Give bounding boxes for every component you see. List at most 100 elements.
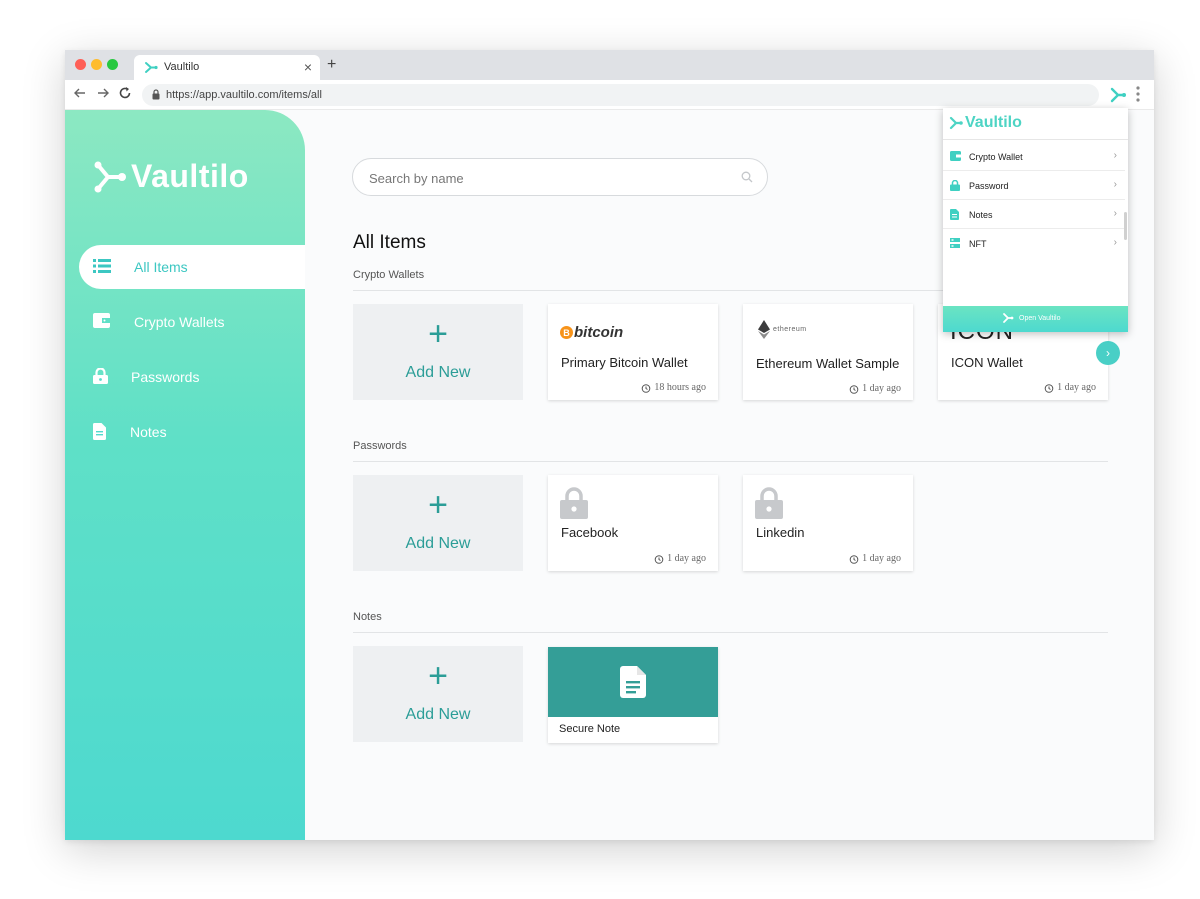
bitcoin-logo: B bitcoin	[560, 324, 623, 341]
sidebar-item-notes[interactable]: Notes	[79, 410, 305, 454]
reload-icon[interactable]	[118, 86, 132, 100]
popup-item-label: Notes	[969, 210, 993, 220]
lock-icon	[560, 487, 588, 519]
browser-window: Vaultilo × + https://app.vaultilo.com/it…	[65, 50, 1154, 840]
popup-brand-name: Vaultilo	[965, 114, 1022, 131]
popup-brand[interactable]: Vaultilo	[949, 114, 1022, 132]
card-timestamp: 1 day ago	[654, 553, 706, 564]
card-time-text: 1 day ago	[1057, 382, 1096, 393]
open-vaultilo-label: Open Vaultilo	[1019, 315, 1061, 322]
maximize-window-button[interactable]	[107, 59, 118, 70]
search-input[interactable]: Search by name	[352, 158, 768, 196]
card-name: Facebook	[561, 525, 619, 540]
page-title: All Items	[353, 232, 426, 253]
add-new-label: Add New	[405, 535, 471, 552]
nft-icon	[950, 238, 960, 248]
card-time-text: 1 day ago	[862, 553, 901, 564]
minimize-window-button[interactable]	[91, 59, 102, 70]
section-label-passwords: Passwords	[353, 440, 407, 452]
popup-item-label: NFT	[969, 239, 987, 249]
popup-item-nft[interactable]: NFT ›	[943, 229, 1125, 258]
document-icon	[620, 666, 646, 698]
forward-arrow-icon[interactable]	[96, 86, 110, 100]
add-new-label: Add New	[405, 364, 471, 381]
bitcoin-wordmark: bitcoin	[574, 324, 624, 341]
lock-icon	[755, 487, 783, 519]
wallet-card-bitcoin[interactable]: B bitcoin Primary Bitcoin Wallet 18 hour…	[548, 304, 718, 400]
url-field[interactable]: https://app.vaultilo.com/items/all	[142, 84, 1099, 106]
browser-tab[interactable]: Vaultilo ×	[134, 55, 320, 80]
sidebar: Vaultilo All Items Crypto Wallets Passwo…	[65, 110, 305, 840]
new-tab-button[interactable]: +	[327, 56, 336, 74]
section-label-crypto: Crypto Wallets	[353, 269, 425, 281]
sidebar-item-all-items[interactable]: All Items	[79, 245, 305, 289]
brand-logo[interactable]: Vaultilo	[93, 158, 249, 195]
vaultilo-logo-icon	[1003, 313, 1014, 323]
sidebar-item-label: All Items	[134, 259, 188, 275]
sidebar-item-passwords[interactable]: Passwords	[79, 355, 305, 399]
popup-item-label: Password	[969, 181, 1009, 191]
lock-icon	[950, 180, 960, 191]
close-window-button[interactable]	[75, 59, 86, 70]
bitcoin-icon: B	[560, 326, 573, 339]
vaultilo-logo-icon	[145, 62, 158, 73]
password-card-linkedin[interactable]: Linkedin 1 day ago	[743, 475, 913, 571]
search-icon[interactable]	[741, 171, 753, 183]
document-icon	[93, 423, 106, 440]
tab-close-icon[interactable]: ×	[304, 59, 312, 75]
alarm-clock-icon	[849, 384, 859, 394]
card-name: Linkedin	[756, 525, 805, 540]
add-password-button[interactable]: + Add New	[353, 475, 523, 571]
sidebar-item-crypto-wallets[interactable]: Crypto Wallets	[79, 300, 305, 344]
chevron-right-icon: ›	[1113, 237, 1117, 248]
card-name: Primary Bitcoin Wallet	[561, 355, 688, 370]
section-divider	[353, 632, 1108, 633]
sidebar-item-label: Passwords	[131, 369, 200, 385]
plus-icon: +	[428, 315, 448, 353]
card-name: Secure Note	[559, 723, 621, 735]
popup-item-notes[interactable]: Notes ›	[943, 200, 1125, 229]
vaultilo-logo-icon	[94, 161, 126, 192]
popup-header: Vaultilo	[943, 108, 1128, 140]
add-new-label: Add New	[405, 706, 471, 723]
popup-item-password[interactable]: Password ›	[943, 171, 1125, 200]
popup-scrollbar[interactable]	[1124, 212, 1127, 240]
chevron-right-icon: ›	[1113, 208, 1117, 219]
add-note-button[interactable]: + Add New	[353, 646, 523, 742]
vaultilo-extension-icon[interactable]	[1109, 86, 1127, 104]
card-name: Ethereum Wallet Sample	[756, 356, 900, 371]
next-arrow-button[interactable]: ›	[1096, 341, 1120, 365]
chevron-right-icon: ›	[1113, 150, 1117, 161]
lock-icon	[152, 89, 160, 100]
popup-item-crypto-wallet[interactable]: Crypto Wallet ›	[943, 142, 1125, 171]
chevron-right-icon: ›	[1113, 179, 1117, 190]
add-crypto-wallet-button[interactable]: + Add New	[353, 304, 523, 400]
alarm-clock-icon	[654, 554, 664, 564]
ethereum-wordmark: ethereum	[773, 326, 807, 333]
note-card-secure-note[interactable]: Secure Note	[548, 647, 718, 743]
plus-icon: +	[428, 486, 448, 524]
brand-name: Vaultilo	[131, 158, 249, 194]
wallet-icon	[93, 313, 110, 328]
svg-text:B: B	[563, 328, 570, 338]
address-bar: https://app.vaultilo.com/items/all	[65, 80, 1154, 110]
alarm-clock-icon	[849, 554, 859, 564]
alarm-clock-icon	[642, 383, 651, 393]
section-label-notes: Notes	[353, 611, 382, 623]
search-placeholder: Search by name	[369, 171, 464, 186]
card-time-text: 18 hours ago	[654, 382, 706, 393]
note-card-header	[548, 647, 718, 717]
browser-menu-icon[interactable]	[1135, 85, 1141, 103]
tab-bar: Vaultilo × +	[65, 50, 1154, 80]
password-card-facebook[interactable]: Facebook 1 day ago	[548, 475, 718, 571]
card-timestamp: 1 day ago	[849, 383, 901, 394]
wallet-card-ethereum[interactable]: ethereum Ethereum Wallet Sample 1 day ag…	[743, 304, 913, 400]
back-arrow-icon[interactable]	[73, 86, 87, 100]
ethereum-logo: ethereum	[758, 320, 807, 339]
wallet-icon	[950, 151, 961, 161]
card-timestamp: 1 day ago	[1044, 382, 1096, 393]
card-name: ICON Wallet	[951, 355, 1023, 370]
sidebar-item-label: Crypto Wallets	[134, 314, 225, 330]
tab-title: Vaultilo	[164, 61, 200, 73]
open-vaultilo-button[interactable]: Open Vaultilo	[943, 306, 1128, 332]
